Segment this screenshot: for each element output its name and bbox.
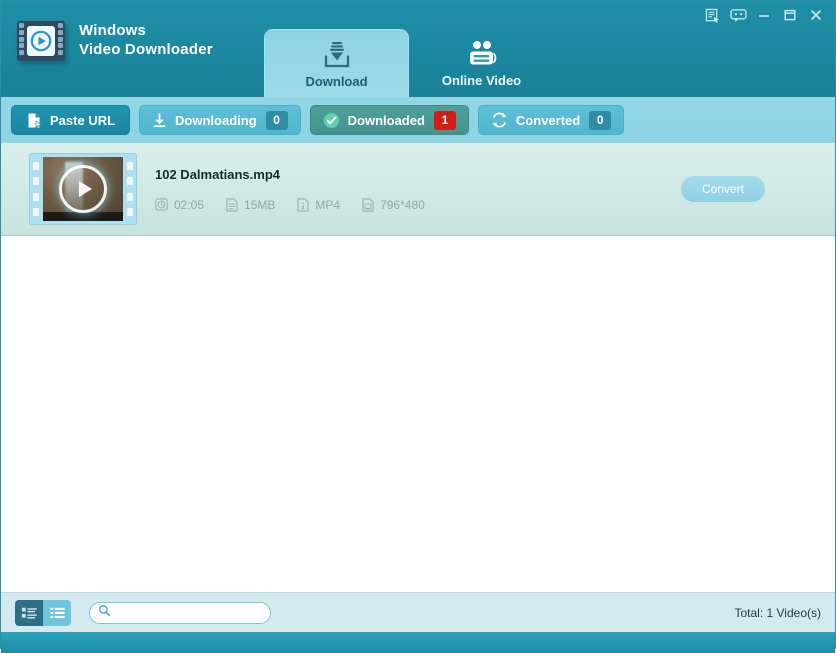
filter-downloaded-count: 1 — [433, 110, 456, 130]
search-input[interactable] — [117, 604, 262, 621]
tab-online-video[interactable]: Online Video — [409, 29, 554, 97]
filter-converted-count: 0 — [589, 110, 612, 130]
video-duration: 02:05 — [155, 198, 204, 212]
filter-downloaded-label: Downloaded — [347, 112, 425, 128]
filter-downloading-label: Downloading — [175, 112, 257, 128]
maximize-icon[interactable] — [777, 4, 803, 26]
video-list: 102 Dalmatians.mp4 02:05 15MB MP4 796*48… — [1, 143, 835, 592]
video-resolution: 796*480 — [362, 198, 425, 212]
application-window: Windows Video Downloader Download Online… — [0, 0, 836, 653]
download-icon — [322, 39, 352, 69]
main-tab-bar: Download Online Video — [264, 27, 554, 97]
video-resolution-value: 796*480 — [380, 197, 425, 212]
tab-download[interactable]: Download — [264, 29, 409, 97]
brand: Windows Video Downloader — [15, 19, 213, 63]
app-title: Windows Video Downloader — [79, 22, 213, 60]
total-count-label: Total: 1 Video(s) — [734, 605, 822, 620]
info-file-icon — [297, 197, 310, 212]
paste-url-button[interactable]: Paste URL — [11, 105, 131, 135]
filter-toolbar: Paste URL Downloading 0 Downloaded 1 Con… — [1, 97, 835, 143]
window-controls — [699, 3, 829, 27]
video-thumbnail[interactable] — [29, 153, 137, 225]
convert-arrows-icon — [491, 112, 508, 128]
app-title-line1: Windows — [79, 22, 147, 40]
list-view-icon[interactable] — [43, 599, 71, 626]
app-title-line2: Video Downloader — [79, 41, 213, 58]
title-bar: Windows Video Downloader Download Online… — [1, 1, 835, 97]
tab-online-video-label: Online Video — [441, 73, 522, 88]
online-video-icon — [465, 38, 499, 68]
clock-icon — [155, 198, 168, 211]
video-format: MP4 — [297, 198, 340, 212]
feedback-icon[interactable] — [725, 4, 751, 26]
video-size: 15MB — [226, 198, 275, 212]
play-icon[interactable] — [59, 165, 107, 213]
filter-converted[interactable]: Converted 0 — [477, 105, 625, 135]
check-circle-icon — [323, 112, 340, 129]
filter-converted-label: Converted — [515, 112, 581, 128]
close-icon[interactable] — [803, 4, 829, 26]
video-details: 102 Dalmatians.mp4 02:05 15MB MP4 796*48… — [155, 167, 681, 212]
search-box[interactable] — [89, 601, 271, 624]
screen-icon — [362, 197, 374, 212]
tab-download-label: Download — [305, 73, 368, 89]
register-icon[interactable] — [699, 4, 725, 26]
video-meta: 02:05 15MB MP4 796*480 — [155, 198, 681, 212]
filter-downloaded[interactable]: Downloaded 1 — [309, 105, 469, 135]
status-bar: Total: 1 Video(s) — [1, 592, 835, 632]
grid-view-icon[interactable] — [15, 599, 43, 626]
view-mode-toggle — [15, 599, 71, 626]
search-icon — [98, 604, 111, 622]
paste-icon — [26, 112, 42, 129]
app-logo-icon — [15, 19, 67, 63]
list-item[interactable]: 102 Dalmatians.mp4 02:05 15MB MP4 796*48… — [1, 143, 835, 236]
filter-downloading[interactable]: Downloading 0 — [139, 105, 301, 135]
convert-button[interactable]: Convert — [681, 176, 765, 202]
footer-bar — [1, 632, 835, 653]
video-size-value: 15MB — [244, 197, 276, 212]
download-arrow-icon — [152, 112, 167, 128]
video-filename: 102 Dalmatians.mp4 — [155, 166, 281, 182]
file-icon — [226, 197, 238, 212]
minimize-icon[interactable] — [751, 4, 777, 26]
filter-downloading-count: 0 — [265, 110, 288, 130]
paste-url-label: Paste URL — [50, 112, 116, 128]
video-format-value: MP4 — [315, 197, 341, 212]
video-duration-value: 02:05 — [174, 197, 205, 212]
